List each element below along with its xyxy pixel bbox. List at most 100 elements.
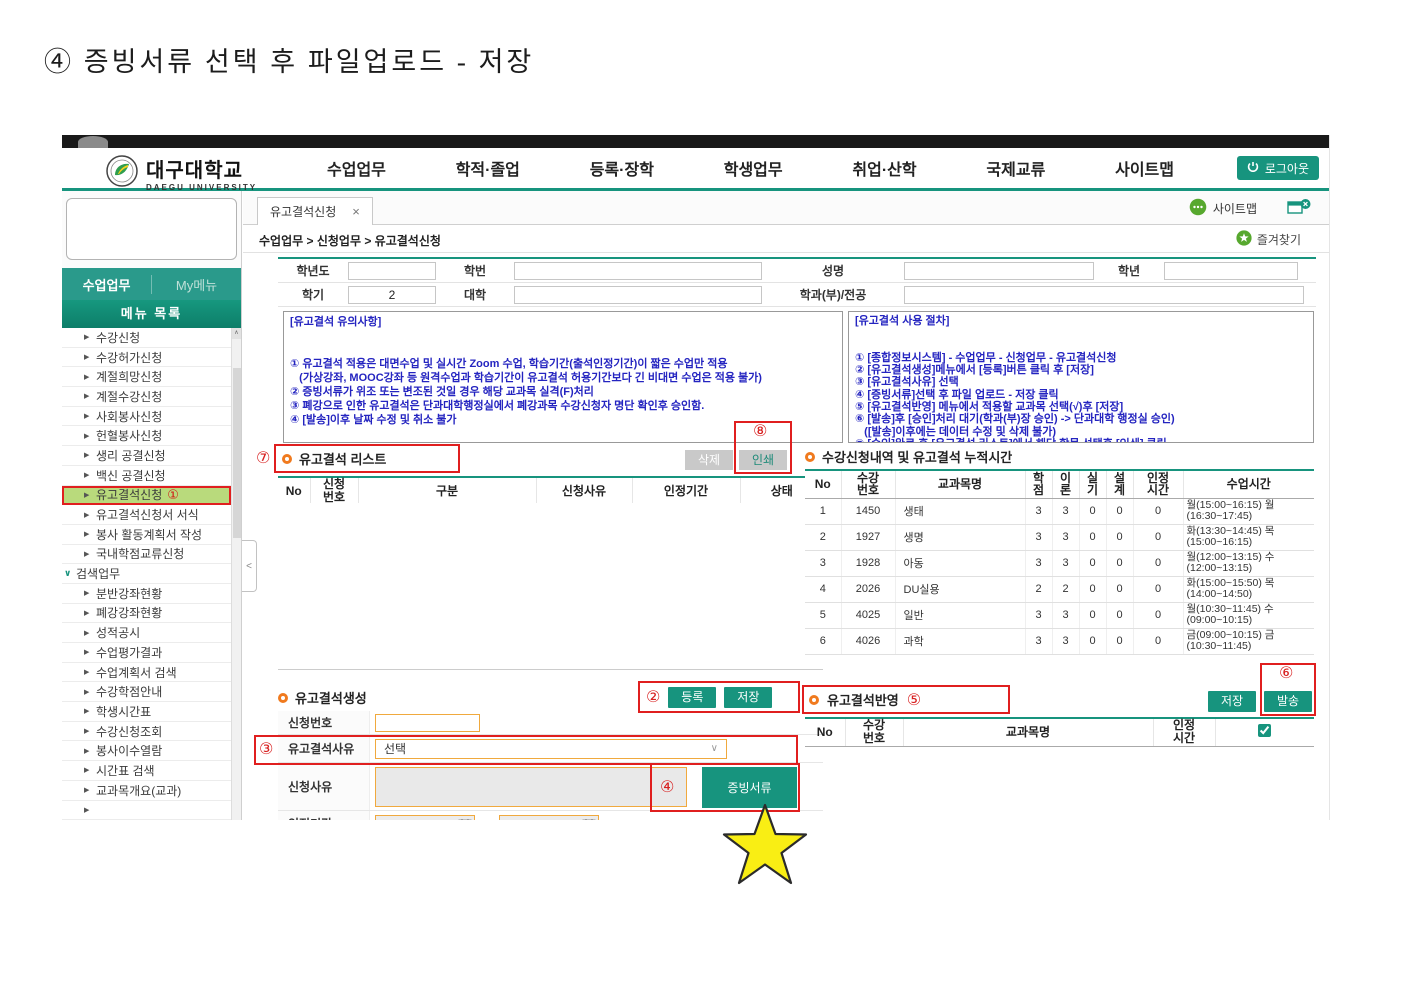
course-no: 4	[805, 576, 841, 602]
delete-button[interactable]: 삭제	[685, 450, 733, 470]
favorite-link[interactable]: 즐겨찾기	[1236, 230, 1301, 249]
course-design: 0	[1106, 602, 1133, 628]
period-start-date-input[interactable]	[375, 815, 475, 821]
section-bullet-icon	[278, 693, 288, 703]
course-row[interactable]: 2 1927 생명 3 3 0 0 0 화(13:30~14:45) 목(15:…	[805, 524, 1314, 550]
notice-line: ① [종합정보시스템] - 수업업무 - 신청업무 - 유고결석신청	[855, 352, 1307, 364]
year-input[interactable]	[348, 262, 436, 280]
grade-input[interactable]	[1164, 262, 1298, 280]
print-button[interactable]: 인쇄	[739, 450, 787, 470]
sidebar-menu-item[interactable]: ▶ 수강학점안내	[62, 682, 231, 702]
course-name: 일반	[895, 602, 1025, 628]
scroll-up-icon[interactable]: ∧	[232, 328, 241, 339]
sidebar-menu-item[interactable]: ▶ 국내학점교류신청	[62, 545, 231, 565]
sidebar-collapse-button[interactable]: <	[242, 540, 257, 592]
sidebar-menu-item[interactable]: ▶ 봉사이수열람	[62, 741, 231, 761]
save-button[interactable]: 저장	[724, 687, 772, 708]
register-button[interactable]: 등록	[668, 687, 716, 708]
university-logo[interactable]: 대구대학교 DAEGU UNIVERSITY	[106, 154, 257, 192]
sidebar-menu-item[interactable]: ▶ 유고결석신청서 서식	[62, 505, 231, 525]
course-row[interactable]: 4 2026 DU실용 2 2 0 0 0 화(15:00~15:50) 목(1…	[805, 576, 1314, 602]
evidence-file-button[interactable]: 증빙서류	[702, 767, 797, 808]
course-row[interactable]: 6 4026 과학 3 3 0 0 0 금(09:00~10:15) 금(10:…	[805, 628, 1314, 654]
global-nav-item[interactable]: 학적·졸업	[456, 156, 520, 180]
period-end-date-input[interactable]	[499, 815, 599, 821]
send-button[interactable]: 발송	[1264, 691, 1312, 712]
site-header: 대구대학교 DAEGU UNIVERSITY 수업업무 학적·졸업 등록·장학 …	[62, 148, 1329, 191]
sidebar-menu-item[interactable]: ▶ 학생시간표	[62, 702, 231, 722]
sidebar-menu-item[interactable]: ▶ 수업계획서 검색	[62, 663, 231, 683]
close-icon[interactable]: ×	[352, 204, 360, 219]
menu-arrow-icon: ▶	[84, 373, 89, 381]
recognition-period-label: 인정기간	[278, 811, 370, 820]
sidebar-menu-item[interactable]: ▶ 시간표 검색	[62, 761, 231, 781]
course-credit: 3	[1025, 550, 1052, 576]
sidebar-menu-item[interactable]: ▶ 계절희망신청	[62, 367, 231, 387]
course-practice: 0	[1079, 550, 1106, 576]
notice-line: ② [유고결석생성]메뉴에서 [등록]버튼 클릭 후 [저장]	[855, 364, 1307, 376]
sidebar-menu-item[interactable]: ▶ 수강신청	[62, 328, 231, 348]
name-input[interactable]	[904, 262, 1094, 280]
course-column-header: 실 기	[1079, 470, 1106, 498]
sidebar-menu-item[interactable]: ▶ 헌혈봉사신청	[62, 426, 231, 446]
sidebar-menu-item[interactable]: ▶ 성적공시	[62, 623, 231, 643]
sidebar-menu-item[interactable]: ▶ 수강허가신청	[62, 348, 231, 368]
course-practice: 0	[1079, 498, 1106, 524]
sidebar-menu-item[interactable]: ▶ 백신 공결신청	[62, 466, 231, 486]
application-detail-field[interactable]	[375, 767, 687, 807]
window-popup-icon[interactable]	[1287, 198, 1311, 219]
course-row[interactable]: 5 4025 일반 3 3 0 0 0 월(10:30~11:45) 수(09:…	[805, 602, 1314, 628]
sidebar-tab-my-menu[interactable]: My메뉴	[152, 275, 241, 294]
university-emblem-icon	[106, 155, 138, 192]
sitemap-link[interactable]: 사이트맵	[1189, 198, 1257, 219]
sidebar-menu-item-label: 봉사 활동계획서 작성	[96, 526, 202, 543]
course-name: 생태	[895, 498, 1025, 524]
sidebar-menu-item[interactable]: ▶	[62, 801, 231, 821]
menu-arrow-icon: ▶	[84, 589, 89, 597]
absence-reason-select[interactable]: 선택 ∨	[375, 739, 727, 759]
apply-save-button[interactable]: 저장	[1208, 691, 1256, 712]
sidebar-menu-item[interactable]: ▶ 분반강좌현황	[62, 584, 231, 604]
sidebar-menu-item[interactable]: ▶ 유고결석신청 ①	[62, 486, 231, 506]
college-input[interactable]	[514, 286, 762, 304]
course-column-header: 수강 번호	[841, 470, 895, 498]
course-code: 2026	[841, 576, 895, 602]
select-all-checkbox[interactable]	[1258, 724, 1271, 737]
sidebar-menu-item[interactable]: ∨ 검색업무	[62, 564, 231, 584]
semester-input[interactable]	[348, 286, 436, 304]
sidebar-scrollbar-thumb[interactable]	[233, 368, 241, 538]
logo-korean-name: 대구대학교	[146, 154, 257, 183]
sidebar-menu-item[interactable]: ▶ 계절수강신청	[62, 387, 231, 407]
course-row[interactable]: 3 1928 아동 3 3 0 0 0 월(12:00~13:15) 수(12:…	[805, 550, 1314, 576]
global-nav-item[interactable]: 학생업무	[724, 156, 783, 180]
logout-button[interactable]: 로그아웃	[1237, 156, 1319, 180]
sidebar-menu-item[interactable]: ▶ 수업평가결과	[62, 643, 231, 663]
menu-arrow-icon: ∨	[64, 568, 71, 579]
global-nav-item[interactable]: 취업·산학	[852, 156, 916, 180]
global-nav-item[interactable]: 등록·장학	[590, 156, 654, 180]
major-input[interactable]	[904, 286, 1304, 304]
sidebar-menu-item[interactable]: ▶ 교과목개요(교과)	[62, 781, 231, 801]
notice-line: ⑤ [유고결석반영] 메뉴에서 적용할 교과목 선택(√)후 [저장]	[855, 401, 1307, 413]
global-nav-item[interactable]: 수업업무	[327, 156, 386, 180]
sidebar-menu-item[interactable]: ▶ 폐강강좌현황	[62, 604, 231, 624]
course-row[interactable]: 1 1450 생태 3 3 0 0 0 월(15:00~16:15) 월(16:…	[805, 498, 1314, 524]
application-number-input[interactable]	[375, 714, 480, 732]
student-number-input[interactable]	[514, 262, 762, 280]
course-code: 4026	[841, 628, 895, 654]
global-nav-item[interactable]: 국제교류	[986, 156, 1045, 180]
sidebar-user-box	[66, 198, 237, 260]
course-design: 0	[1106, 524, 1133, 550]
sidebar-menu-item[interactable]: ▶ 생리 공결신청	[62, 446, 231, 466]
sidebar-tab-class-work[interactable]: 수업업무	[62, 275, 152, 294]
college-label: 대학	[436, 286, 514, 303]
sidebar-menu-item[interactable]: ▶ 사회봉사신청	[62, 407, 231, 427]
sidebar-menu-item-label: 시간표 검색	[96, 762, 155, 779]
tab-absence-application[interactable]: 유고결석신청 ×	[257, 197, 373, 225]
menu-arrow-icon: ▶	[84, 491, 89, 499]
sidebar-scrollbar[interactable]: ∧	[231, 328, 241, 820]
sidebar-menu-item[interactable]: ▶ 수강신청조회	[62, 722, 231, 742]
sidebar-menu-item[interactable]: ▶ 봉사 활동계획서 작성	[62, 525, 231, 545]
global-nav-item[interactable]: 사이트맵	[1115, 156, 1174, 180]
menu-arrow-icon: ▶	[84, 727, 89, 735]
